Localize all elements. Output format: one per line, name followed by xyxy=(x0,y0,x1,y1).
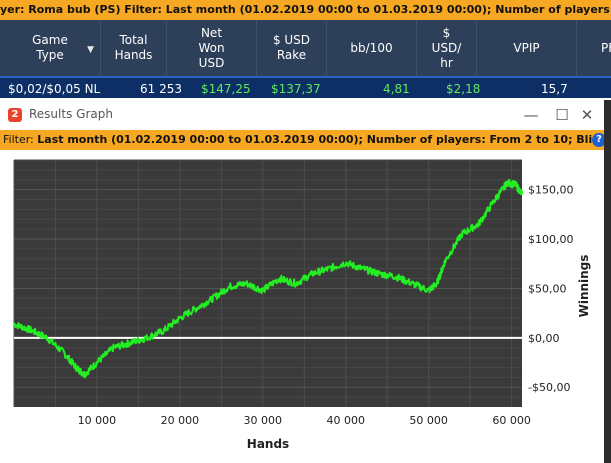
col-net-won[interactable]: Net Won USD xyxy=(166,20,256,76)
col-pf-line1: PF xyxy=(601,40,611,55)
graph-filter-bar: Filter: Last month (01.02.2019 00:00 to … xyxy=(0,130,611,150)
sort-down-icon[interactable]: ▼ xyxy=(87,43,94,58)
results-graph-window: 2 Results Graph — ☐ ✕ Filter: Last month… xyxy=(0,100,611,463)
col-total-hands-line2: Hands xyxy=(114,48,153,62)
col-game-type[interactable]: Game Type ▼ xyxy=(0,20,100,76)
col-rake[interactable]: $ USD Rake xyxy=(256,20,326,76)
col-vpip[interactable]: VPIP xyxy=(476,20,576,76)
col-bb100-line1: bb/100 xyxy=(350,40,393,55)
cell-bb100: 4,81 xyxy=(383,82,410,96)
y-tick-label: $50,00 xyxy=(528,282,567,295)
table-row[interactable]: $0,02/$0,05 NL 61 253 $147,25 $137,37 4,… xyxy=(0,76,611,98)
chart-area: -$50,00 $0,00 $50,00 $100,00 $150,00 10 000 20… xyxy=(0,150,611,463)
maximize-button[interactable]: ☐ xyxy=(550,104,574,126)
col-pf[interactable]: PF xyxy=(576,20,611,76)
col-usd-hr-line1: $ xyxy=(442,25,451,40)
cell-total-hands: 61 253 xyxy=(140,82,182,96)
background-window-edge xyxy=(604,100,611,463)
close-button[interactable]: ✕ xyxy=(575,104,599,126)
filter-text: Last month (01.02.2019 00:00 to 01.03.20… xyxy=(37,133,611,146)
cell-game-type: $0,02/$0,05 NL xyxy=(8,82,101,96)
col-usd-hr-line3: hr xyxy=(440,55,453,70)
x-tick-label: 50 000 xyxy=(409,414,448,427)
cell-rake: $137,37 xyxy=(271,82,321,96)
col-total-hands-line1: Total xyxy=(119,33,148,47)
x-tick-label: 20 000 xyxy=(161,414,200,427)
x-tick-label: 60 000 xyxy=(492,414,531,427)
col-game-type-line1: Game xyxy=(32,33,68,47)
cell-net-won: $147,25 xyxy=(201,82,251,96)
x-axis-label: Hands xyxy=(247,437,289,451)
col-total-hands[interactable]: Total Hands xyxy=(100,20,166,76)
filter-label: Filter: xyxy=(3,133,38,146)
results-chart: -$50,00 $0,00 $50,00 $100,00 $150,00 10 000 20… xyxy=(13,159,591,451)
col-game-type-line2: Type xyxy=(36,48,64,62)
y-tick-label: $150,00 xyxy=(528,184,574,197)
app-logo-icon: 2 xyxy=(8,108,22,122)
y-tick-label: -$50,00 xyxy=(528,381,570,394)
col-usd-hr-line2: USD/ xyxy=(431,40,462,55)
x-tick-label: 40 000 xyxy=(326,414,365,427)
col-vpip-line1: VPIP xyxy=(513,40,540,55)
top-filter-text: yer: Roma bub (PS) Filter: Last month (0… xyxy=(0,3,611,16)
col-rake-line2: Rake xyxy=(276,48,307,62)
cell-usd-hr: $2,18 xyxy=(446,82,481,96)
window-titlebar[interactable]: 2 Results Graph — ☐ ✕ xyxy=(0,100,611,130)
col-net-won-line1: Net xyxy=(200,25,223,40)
col-rake-line1: $ USD xyxy=(272,33,311,47)
y-axis-label: Winnings xyxy=(577,255,591,318)
y-tick-label: $100,00 xyxy=(528,233,574,246)
cell-vpip: 15,7 xyxy=(541,82,568,96)
y-tick-label: $0,00 xyxy=(528,332,560,345)
col-usd-hr[interactable]: $ USD/hr xyxy=(416,20,476,76)
col-net-won-line2: Won xyxy=(198,40,225,55)
col-bb100[interactable]: bb/100 xyxy=(326,20,416,76)
minimize-button[interactable]: — xyxy=(519,104,543,126)
x-tick-label: 10 000 xyxy=(78,414,117,427)
top-filter-bar: yer: Roma bub (PS) Filter: Last month (0… xyxy=(0,0,611,20)
stats-table-header: Game Type ▼ Total Hands Net Won USD $ USD Rak… xyxy=(0,20,611,76)
col-net-won-line3: USD xyxy=(198,55,225,70)
x-tick-label: 30 000 xyxy=(244,414,283,427)
window-title: Results Graph xyxy=(29,107,113,121)
